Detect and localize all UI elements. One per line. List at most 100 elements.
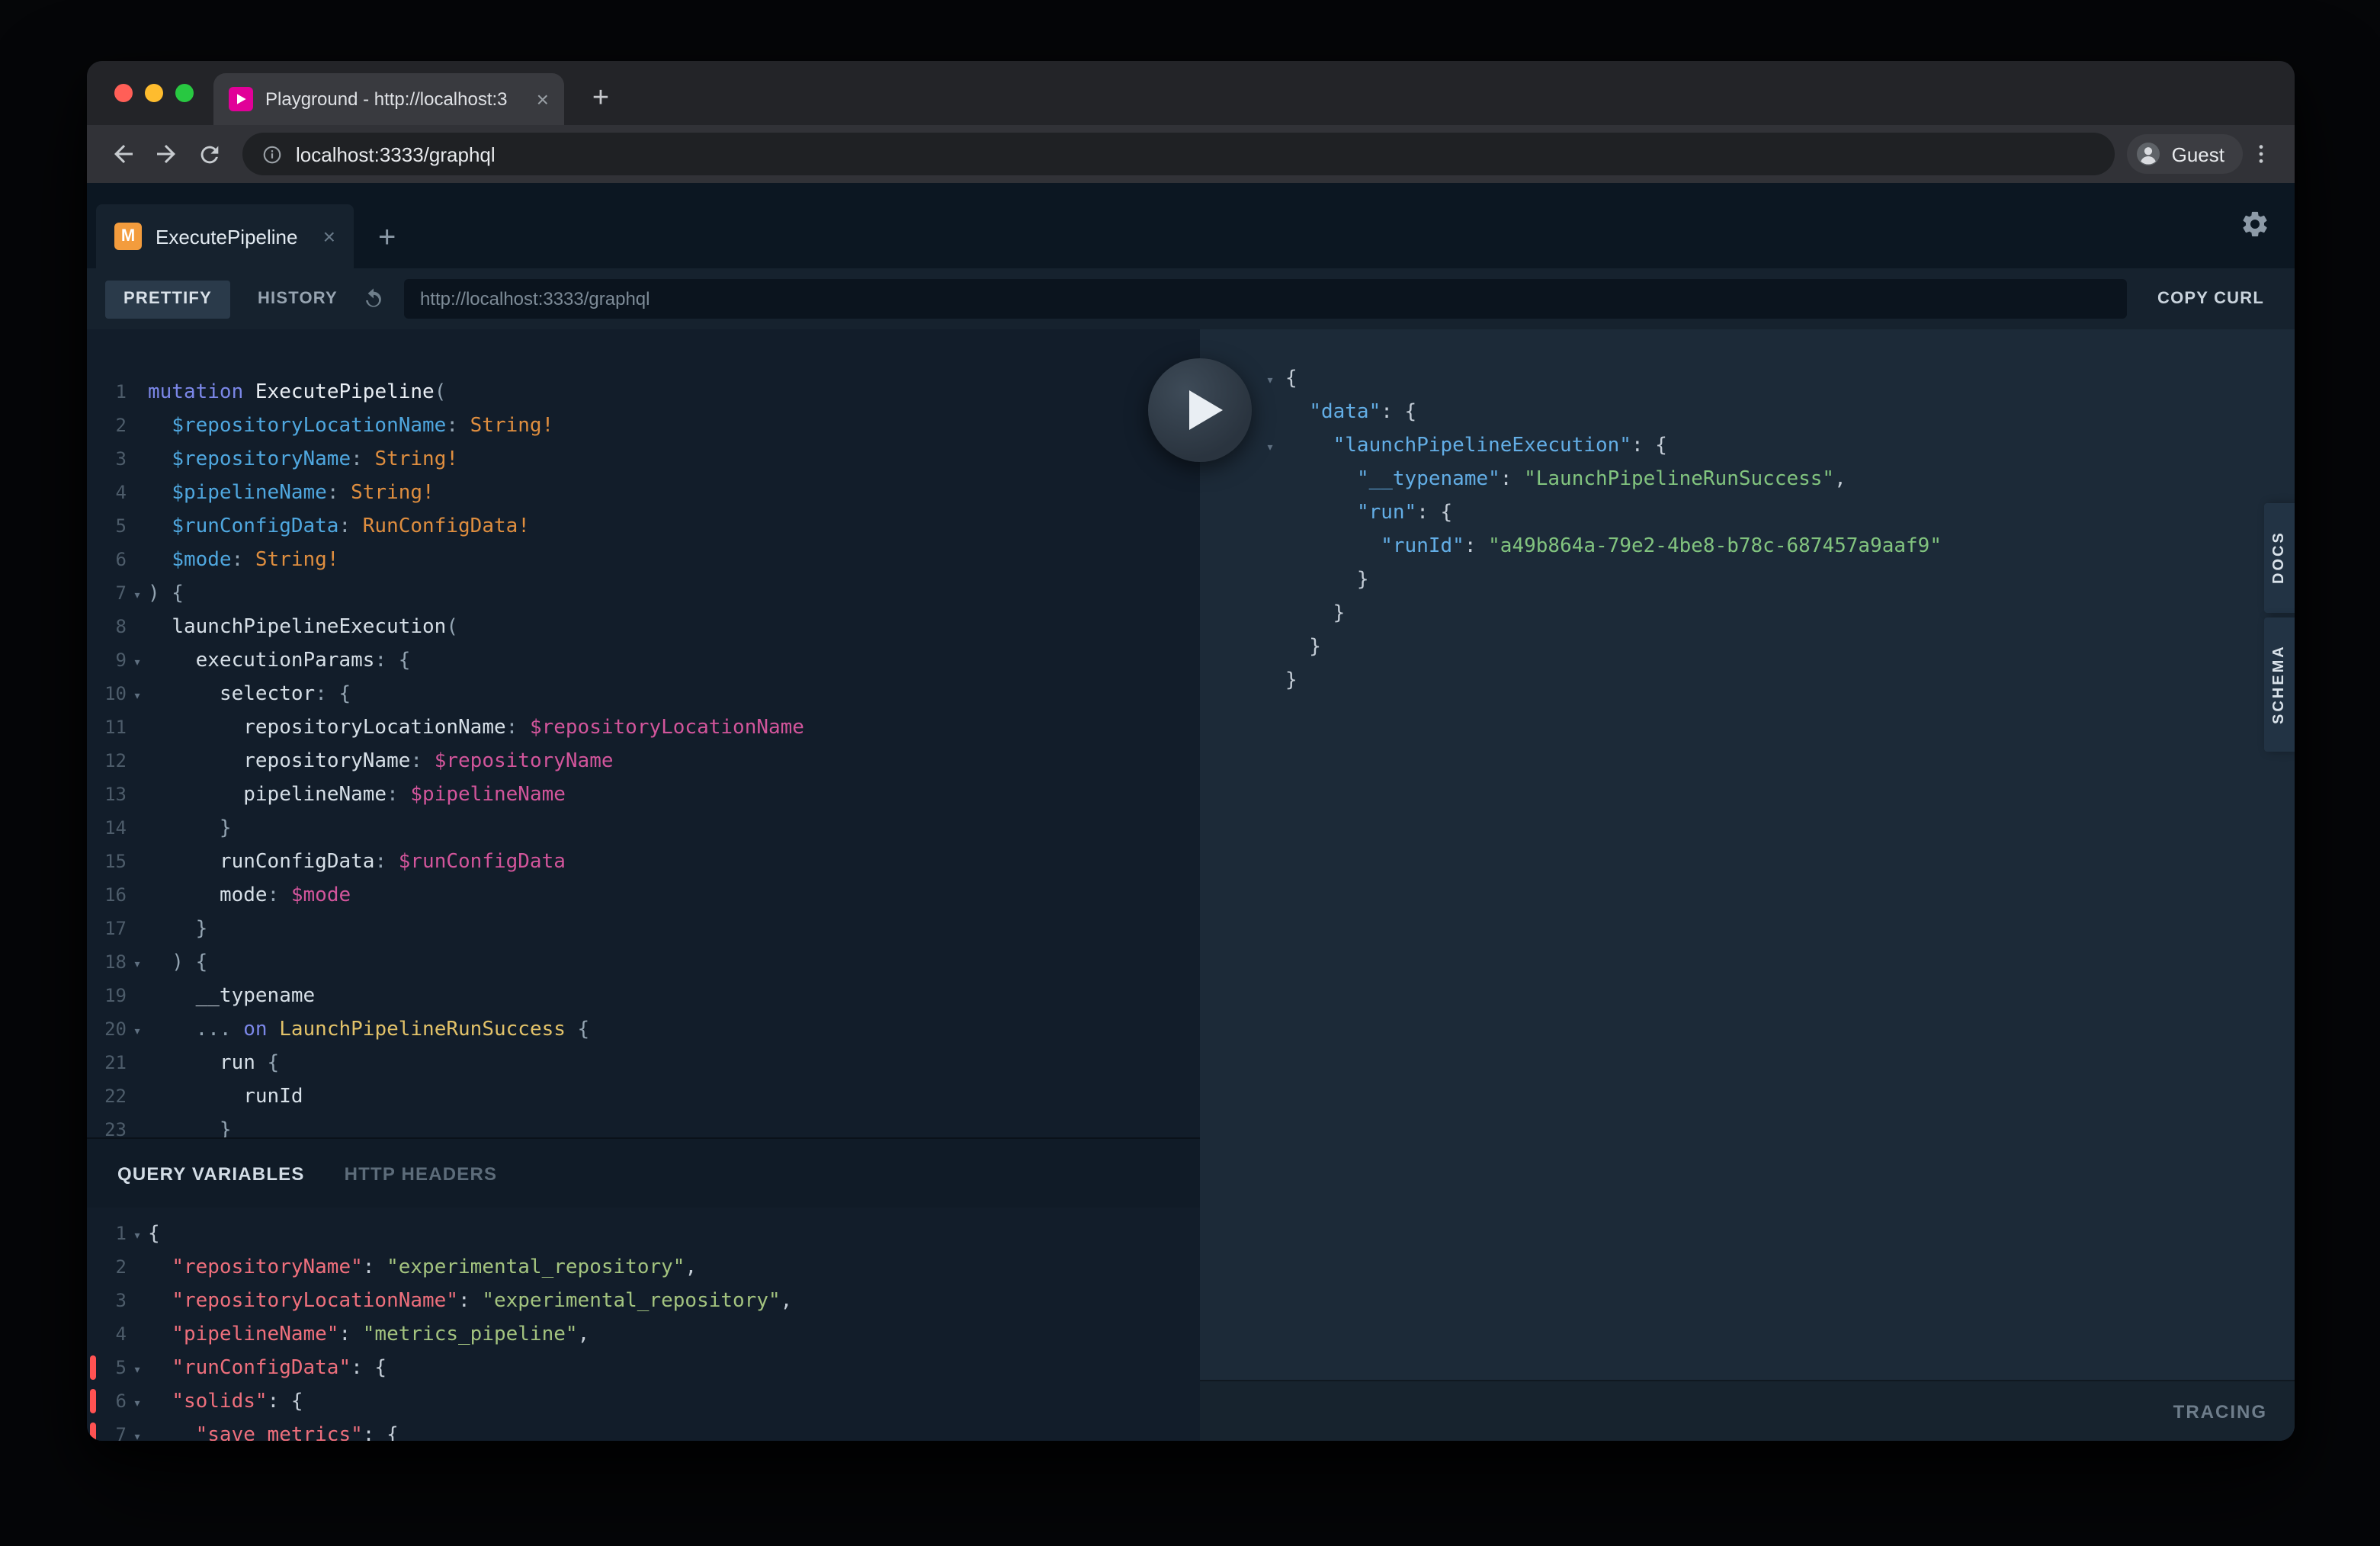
fold-caret-icon[interactable]: ▾ [127, 646, 148, 680]
code-text: selector: { [148, 683, 351, 706]
code-text: run { [148, 1052, 279, 1075]
code-text: repositoryName: $repositoryName [148, 750, 614, 773]
prettify-button[interactable]: PRETTIFY [105, 280, 230, 318]
token-pn3: , [578, 1323, 590, 1346]
token-pn3: : { [363, 1424, 399, 1441]
fold-caret-icon[interactable]: ▾ [127, 680, 148, 714]
url-text: localhost:3333/graphql [296, 143, 496, 165]
line-number: 14 [87, 811, 127, 845]
fold-caret-icon[interactable]: ▾ [1255, 364, 1285, 398]
token-pn3 [148, 1323, 172, 1346]
code-text: "pipelineName": "metrics_pipeline", [148, 1323, 589, 1346]
line-number: 16 [87, 878, 127, 912]
error-marker [90, 1423, 96, 1441]
token-vuse: $pipelineName [410, 784, 566, 807]
tab-query-variables[interactable]: QUERY VARIABLES [117, 1163, 305, 1184]
line-number: 15 [87, 845, 127, 878]
browser-window: Playground - http://localhost:3 × + loca… [87, 61, 2295, 1441]
token-pn [148, 717, 243, 739]
token-pn3 [1285, 468, 1357, 491]
token-pn3: { [148, 1223, 160, 1246]
token-fld: run [220, 1052, 255, 1075]
token-pn: : [338, 515, 362, 538]
docs-tab[interactable]: DOCS [2264, 503, 2295, 613]
close-icon[interactable]: × [323, 224, 335, 249]
token-pn3: : [1500, 468, 1524, 491]
address-bar[interactable]: localhost:3333/graphql [242, 133, 2115, 175]
token-pn [148, 985, 196, 1008]
fold-caret-icon[interactable]: ▾ [127, 1354, 148, 1387]
response-viewer[interactable]: ▾{ "data": {▾ "launchPipelineExecution":… [1200, 329, 2295, 1380]
token-pn [148, 616, 172, 639]
tracing-bar[interactable]: TRACING [1200, 1380, 2295, 1441]
code-text: mode: $mode [148, 884, 351, 907]
settings-gear-icon[interactable] [2240, 209, 2270, 247]
token-kw: mutation [148, 381, 243, 404]
schema-tab[interactable]: SCHEMA [2264, 617, 2295, 752]
error-marker [90, 1389, 96, 1413]
token-pn3: : { [351, 1357, 387, 1380]
history-button[interactable]: HISTORY [249, 290, 347, 308]
browser-menu-icon[interactable] [2243, 133, 2279, 175]
code-text: "repositoryName": "experimental_reposito… [148, 1256, 697, 1279]
forward-icon[interactable] [145, 133, 188, 175]
new-tab-button[interactable]: + [579, 78, 622, 120]
desktop-background: Playground - http://localhost:3 × + loca… [0, 0, 2380, 1546]
code-line: 9▾ executionParams: { [87, 643, 1200, 677]
fold-caret-icon[interactable]: ▾ [127, 579, 148, 613]
token-vuse: $repositoryName [435, 750, 614, 773]
code-text: "data": { [1285, 401, 1416, 424]
playground-tab[interactable]: M ExecutePipeline × [96, 204, 354, 268]
token-pn [148, 851, 220, 874]
code-text: runConfigData: $runConfigData [148, 851, 566, 874]
token-pn: : [351, 448, 374, 471]
fold-caret-icon[interactable]: ▾ [127, 1015, 148, 1049]
token-pn [148, 515, 172, 538]
tab-http-headers[interactable]: HTTP HEADERS [345, 1163, 498, 1184]
code-text: $runConfigData: RunConfigData! [148, 515, 530, 538]
line-number: 4 [87, 1317, 127, 1351]
code-line: 1▾{ [87, 1217, 1200, 1250]
fold-caret-icon[interactable]: ▾ [127, 1387, 148, 1421]
token-arg: runConfigData [220, 851, 375, 874]
code-line: 10▾ selector: { [87, 677, 1200, 710]
code-text: { [148, 1223, 160, 1246]
close-window-button[interactable] [114, 84, 133, 102]
fold-caret-icon[interactable]: ▾ [127, 1421, 148, 1441]
token-pn [148, 448, 172, 471]
query-editor[interactable]: 1mutation ExecutePipeline(2 $repositoryL… [87, 329, 1200, 1137]
profile-chip[interactable]: Guest [2128, 134, 2243, 174]
token-pn3: { [1285, 367, 1297, 390]
back-icon[interactable] [102, 133, 145, 175]
execute-button[interactable] [1148, 358, 1252, 462]
fold-caret-icon[interactable]: ▾ [127, 948, 148, 982]
history-undo-icon[interactable] [362, 287, 387, 311]
token-pn: : [410, 750, 434, 773]
code-text: } [148, 1119, 232, 1137]
zoom-window-button[interactable] [175, 84, 194, 102]
line-number: 9 [87, 643, 127, 677]
line-number: 2 [87, 409, 127, 442]
copy-curl-button[interactable]: COPY CURL [2148, 290, 2273, 308]
browser-tab[interactable]: Playground - http://localhost:3 × [213, 73, 564, 125]
fold-caret-icon[interactable]: ▾ [1255, 431, 1285, 465]
new-playground-tab-button[interactable]: + [378, 221, 396, 256]
code-line: 4 "pipelineName": "metrics_pipeline", [87, 1317, 1200, 1351]
code-line: "runId": "a49b864a-79e2-4be8-b78c-687457… [1200, 531, 2295, 564]
profile-name: Guest [2172, 143, 2224, 165]
minimize-window-button[interactable] [145, 84, 163, 102]
site-info-icon[interactable] [261, 143, 284, 165]
token-pn [148, 683, 220, 706]
fold-caret-icon[interactable]: ▾ [127, 1220, 148, 1253]
token-pn3: : { [268, 1390, 303, 1413]
token-pn [148, 750, 243, 773]
endpoint-input[interactable]: http://localhost:3333/graphql [405, 279, 2127, 319]
browser-toolbar: localhost:3333/graphql Guest [87, 125, 2295, 183]
tab-close-icon[interactable]: × [537, 88, 549, 110]
variables-editor[interactable]: 1▾{2 "repositoryName": "experimental_rep… [87, 1208, 1200, 1441]
token-pn [268, 1018, 280, 1041]
code-line: 7▾ "save_metrics": { [87, 1418, 1200, 1441]
line-number: 20 [87, 1012, 127, 1046]
reload-icon[interactable] [188, 133, 230, 175]
token-fld: runId [243, 1086, 303, 1108]
